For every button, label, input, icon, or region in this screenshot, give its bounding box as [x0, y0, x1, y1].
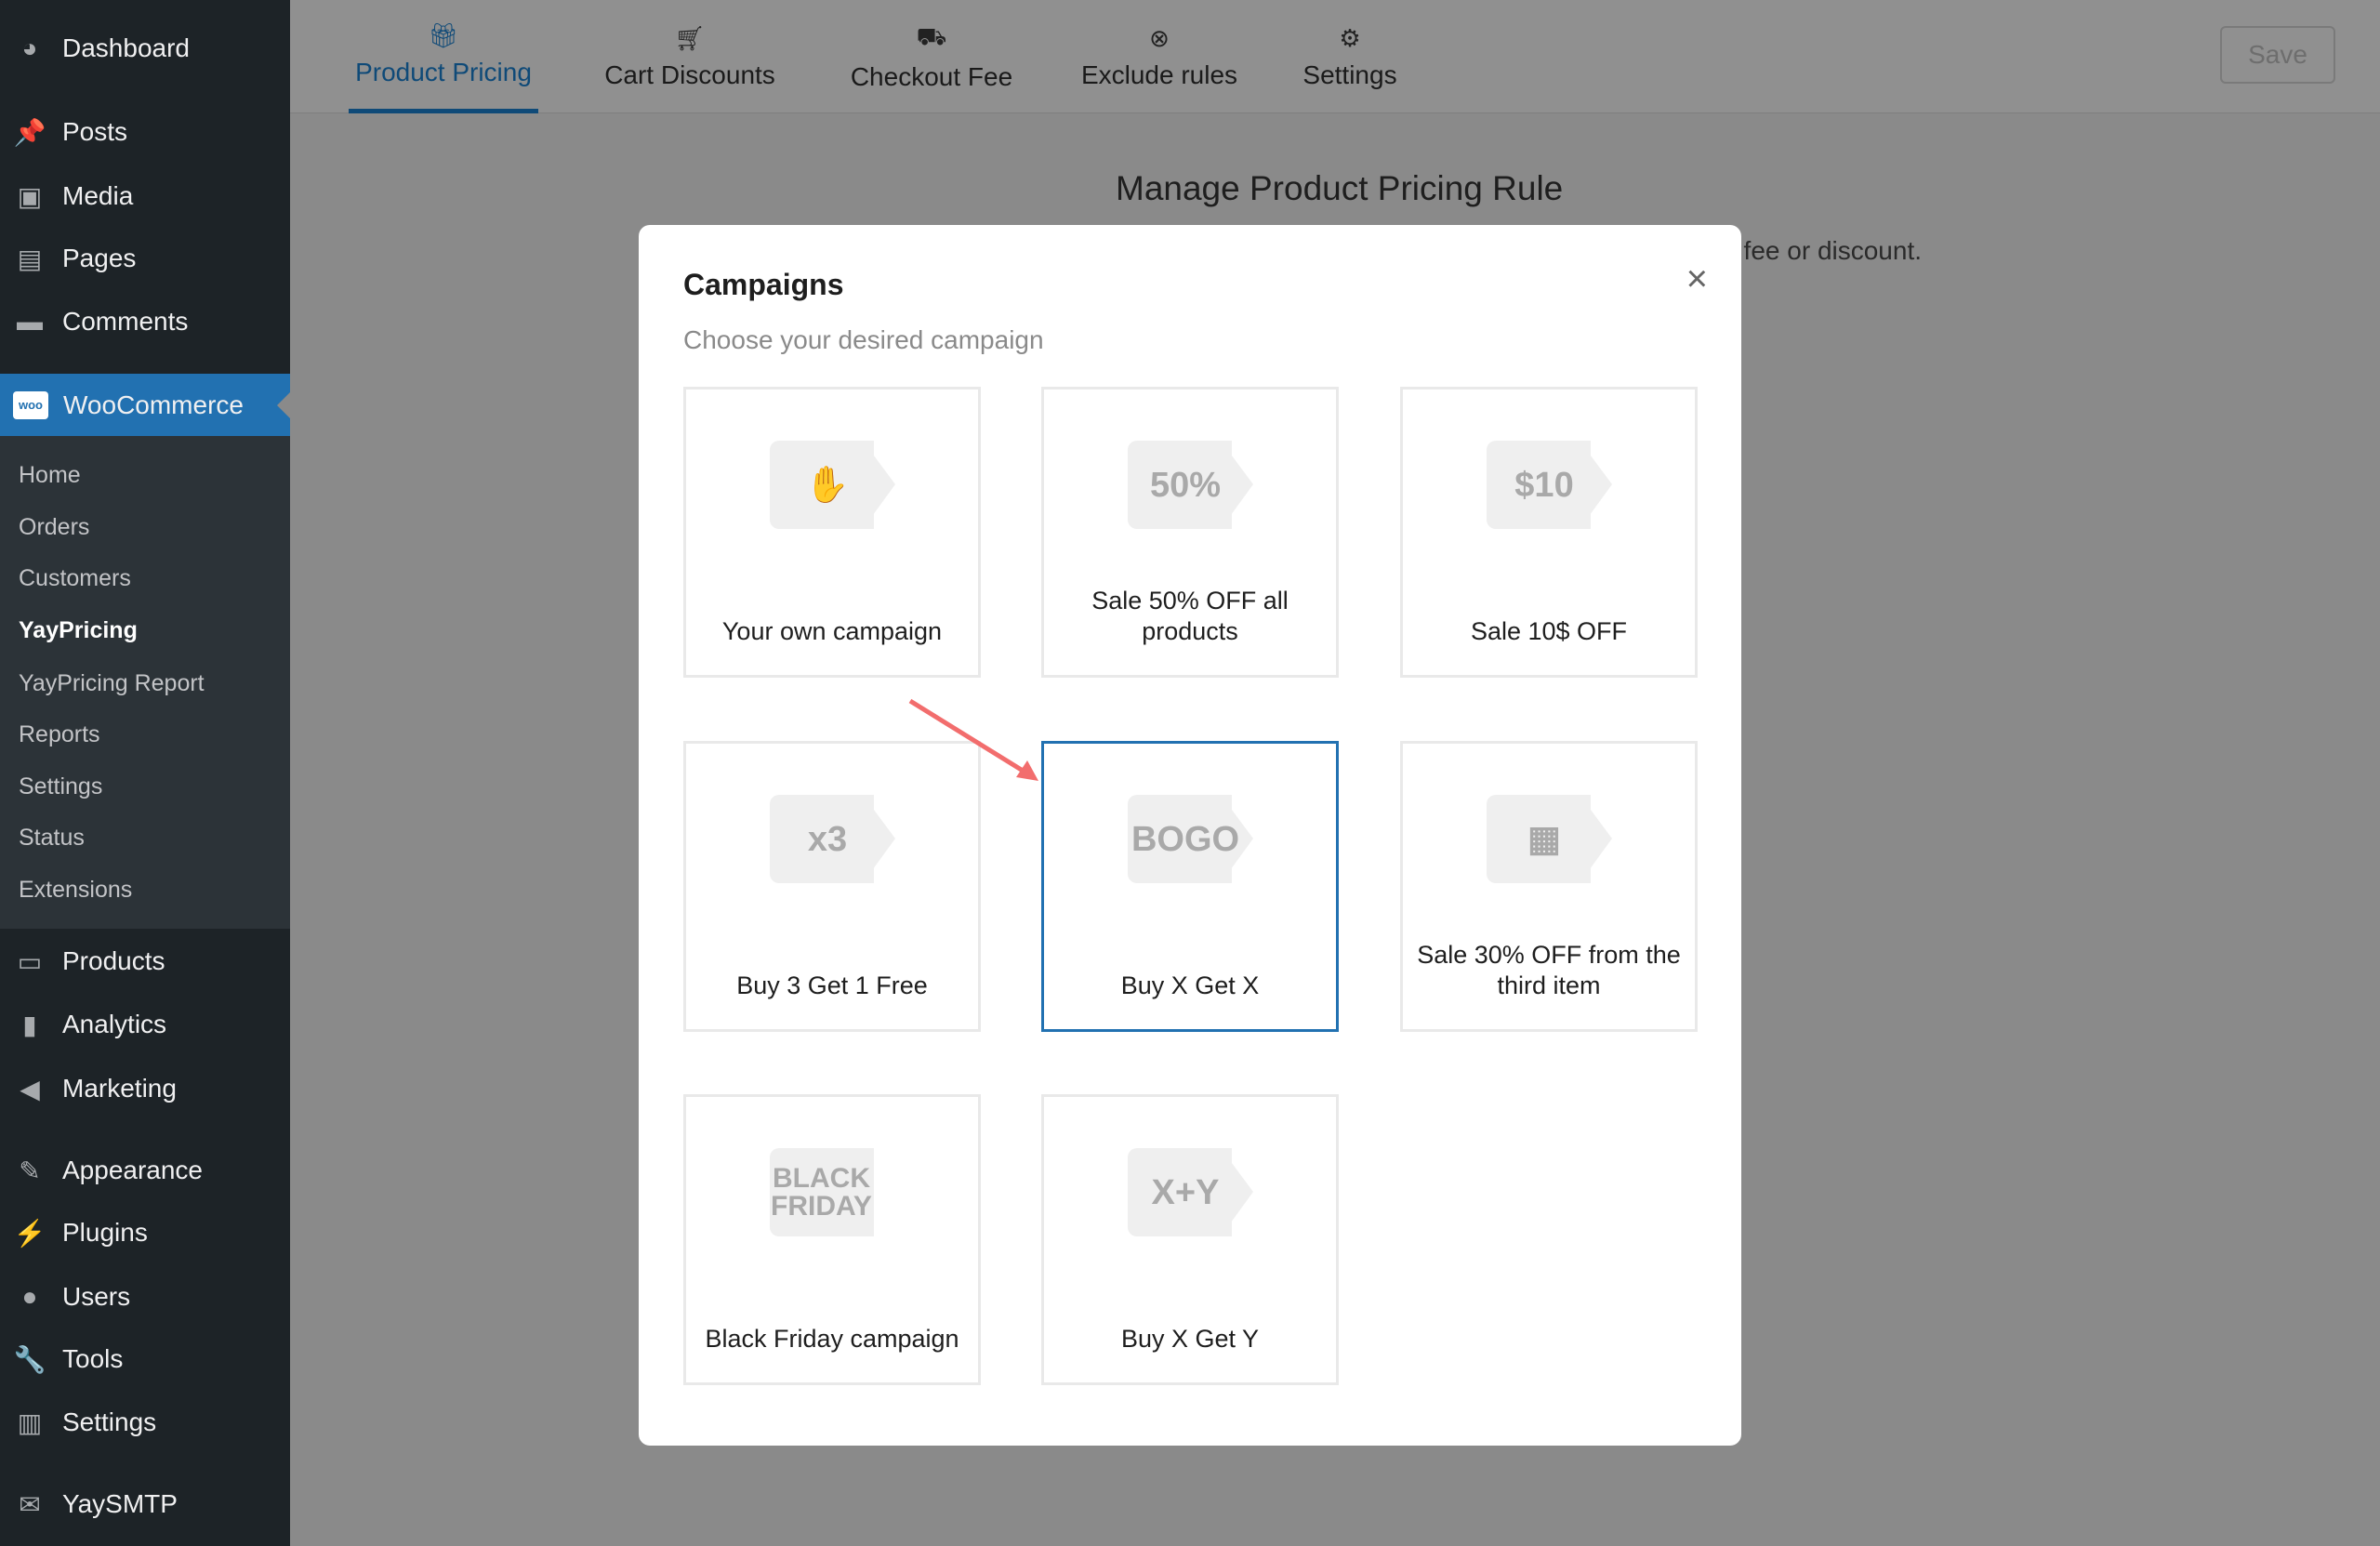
wrench-icon: 🔧	[13, 1344, 46, 1374]
campaign-label: Sale 30% OFF from the third item	[1417, 941, 1681, 999]
modal-subtitle: Choose your desired campaign	[683, 325, 1044, 354]
tab-exclude-rules[interactable]: ⊗ Exclude rules	[1066, 0, 1252, 113]
tab-product-pricing[interactable]: 🎁︎ Product Pricing	[349, 0, 538, 113]
campaign-card[interactable]: BLACK FRIDAY Black Friday campaign	[683, 1094, 981, 1385]
menu-comments[interactable]: ▬ Comments	[0, 294, 290, 350]
cart-icon: 🛒︎	[674, 23, 706, 52]
campaign-tag-icon: x3	[769, 795, 895, 883]
tab-cart-discounts[interactable]: 🛒︎ Cart Discounts	[597, 0, 783, 113]
page-title: Manage Product Pricing Rule	[1116, 169, 1564, 207]
campaign-label: Your own campaign	[721, 617, 943, 645]
campaign-label: Buy X Get Y	[1120, 1325, 1260, 1353]
user-icon: ●	[21, 1282, 38, 1311]
pointer-arrow	[908, 698, 1038, 781]
tab-settings[interactable]: ⚙ Settings	[1285, 0, 1415, 113]
submenu-orders[interactable]: Orders	[19, 514, 89, 541]
menu-marketing[interactable]: ◀ Marketing	[0, 1061, 290, 1117]
campaign-label: Buy X Get X	[1120, 971, 1260, 999]
campaign-tag-icon: ✋	[769, 441, 895, 529]
campaign-tag-icon: ▦	[1486, 795, 1612, 883]
tab-checkout-fee[interactable]: ⛟ Checkout Fee	[839, 0, 1025, 113]
menu-pages[interactable]: ▤ Pages	[0, 231, 290, 286]
plug-icon: ⚡	[13, 1218, 46, 1248]
campaign-card[interactable]: ▦ Sale 30% OFF from the third item	[1400, 741, 1698, 1032]
campaign-card[interactable]: BOGO Buy X Get X	[1041, 741, 1339, 1032]
settings-icon: ▥	[17, 1407, 43, 1437]
mail-icon: ✉	[19, 1489, 41, 1519]
gift-icon: 🎁︎	[428, 21, 459, 49]
submenu-settings[interactable]: Settings	[19, 773, 102, 800]
menu-posts[interactable]: 📌 Posts	[0, 104, 290, 160]
campaign-label: Black Friday campaign	[705, 1325, 959, 1353]
media-icon: ▣	[17, 181, 43, 211]
campaign-card[interactable]: 50% Sale 50% OFF all products	[1041, 387, 1339, 678]
campaign-tag-icon: 50%	[1127, 441, 1253, 529]
comment-icon: ▬	[17, 307, 43, 336]
menu-dashboard[interactable]: ◕ Dashboard	[0, 20, 290, 76]
menu-plugins[interactable]: ⚡ Plugins	[0, 1205, 290, 1261]
menu-appearance[interactable]: ✎ Appearance	[0, 1143, 290, 1198]
campaign-label: Buy 3 Get 1 Free	[736, 971, 928, 999]
menu-products[interactable]: ▭ Products	[0, 933, 290, 989]
admin-sidebar: ◕ Dashboard 📌 Posts ▣ Media ▤ Pages ▬ Comment…	[0, 0, 290, 1546]
campaign-label: Sale 50% OFF all products	[1091, 587, 1289, 645]
pin-icon: 📌	[13, 117, 46, 147]
menu-analytics[interactable]: ▮ Analytics	[0, 997, 290, 1052]
close-icon[interactable]: ×	[1686, 258, 1708, 300]
dashboard-icon: ◕	[21, 33, 38, 62]
campaigns-modal: Campaigns Choose your desired campaign ×…	[639, 225, 1741, 1446]
campaign-tag-icon: BOGO	[1127, 795, 1253, 883]
campaign-tag-icon: BLACK FRIDAY	[769, 1148, 895, 1236]
x-circle-icon: ⊗	[1149, 23, 1170, 52]
modal-title: Campaigns	[683, 268, 844, 301]
submenu-status[interactable]: Status	[19, 825, 85, 852]
submenu-yaypricing[interactable]: YayPricing	[19, 617, 138, 644]
submenu-yaypricing-report[interactable]: YayPricing Report	[19, 670, 205, 697]
campaign-tag-icon: $10	[1486, 441, 1612, 529]
menu-yaysmtp[interactable]: ✉ YaySMTP	[0, 1476, 290, 1532]
gear-icon: ⚙	[1339, 23, 1361, 52]
tab-bar: 🎁︎ Product Pricing 🛒︎ Cart Discounts ⛟ Chec…	[290, 0, 2380, 113]
bar-chart-icon: ▮	[22, 1010, 37, 1039]
brush-icon: ✎	[19, 1156, 41, 1185]
campaign-card[interactable]: $10 Sale 10$ OFF	[1400, 387, 1698, 678]
menu-woocommerce[interactable]: woo WooCommerce	[0, 374, 290, 436]
submenu-reports[interactable]: Reports	[19, 721, 100, 748]
woocommerce-submenu: Home Orders Customers YayPricing YayPric…	[0, 436, 290, 929]
menu-users[interactable]: ● Users	[0, 1269, 290, 1325]
woo-icon: woo	[13, 390, 48, 419]
campaign-label: Sale 10$ OFF	[1470, 617, 1628, 645]
archive-icon: ▭	[17, 946, 43, 976]
campaign-tag-icon: X+Y	[1127, 1148, 1253, 1236]
submenu-customers[interactable]: Customers	[19, 565, 131, 592]
menu-tools[interactable]: 🔧 Tools	[0, 1331, 290, 1387]
page-description: t fee or discount.	[1729, 236, 1923, 265]
car-icon: ⛟	[916, 21, 947, 50]
save-button[interactable]: Save	[2220, 26, 2335, 84]
menu-media[interactable]: ▣ Media	[0, 168, 290, 224]
campaign-card[interactable]: X+Y Buy X Get Y	[1041, 1094, 1339, 1385]
menu-settings[interactable]: ▥ Settings	[0, 1394, 290, 1450]
campaign-card[interactable]: ✋ Your own campaign	[683, 387, 981, 678]
pages-icon: ▤	[17, 244, 43, 273]
submenu-home[interactable]: Home	[19, 462, 81, 489]
megaphone-icon: ◀	[20, 1074, 40, 1103]
submenu-extensions[interactable]: Extensions	[19, 877, 132, 904]
